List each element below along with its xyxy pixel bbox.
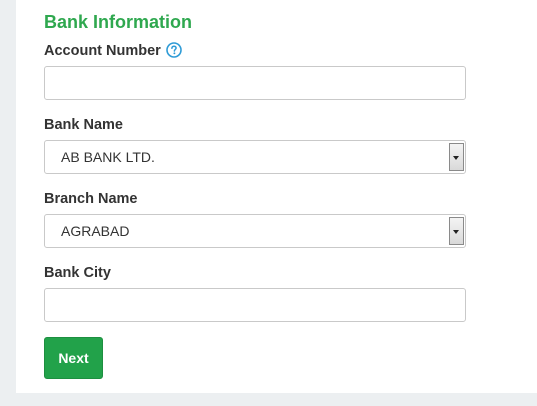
account-number-input[interactable] [44, 66, 466, 100]
chevron-down-icon[interactable] [449, 143, 464, 171]
account-number-label: Account Number [44, 43, 161, 59]
chevron-down-icon[interactable] [449, 217, 464, 245]
bank-city-label: Bank City [44, 265, 111, 281]
section-title: Bank Information [44, 12, 193, 32]
bank-info-panel: Bank Information Account Number Bank Nam… [16, 0, 537, 393]
bank-name-select[interactable]: AB BANK LTD. [44, 140, 466, 174]
question-circle-icon[interactable] [166, 42, 182, 58]
account-number-label-row: Account Number [44, 42, 182, 60]
bank-name-selected-value: AB BANK LTD. [61, 149, 155, 165]
branch-name-label: Branch Name [44, 191, 138, 207]
bank-name-label: Bank Name [44, 117, 123, 133]
next-button[interactable]: Next [44, 337, 103, 379]
bank-city-input[interactable] [44, 288, 466, 322]
branch-name-selected-value: AGRABAD [61, 223, 130, 239]
branch-name-select[interactable]: AGRABAD [44, 214, 466, 248]
